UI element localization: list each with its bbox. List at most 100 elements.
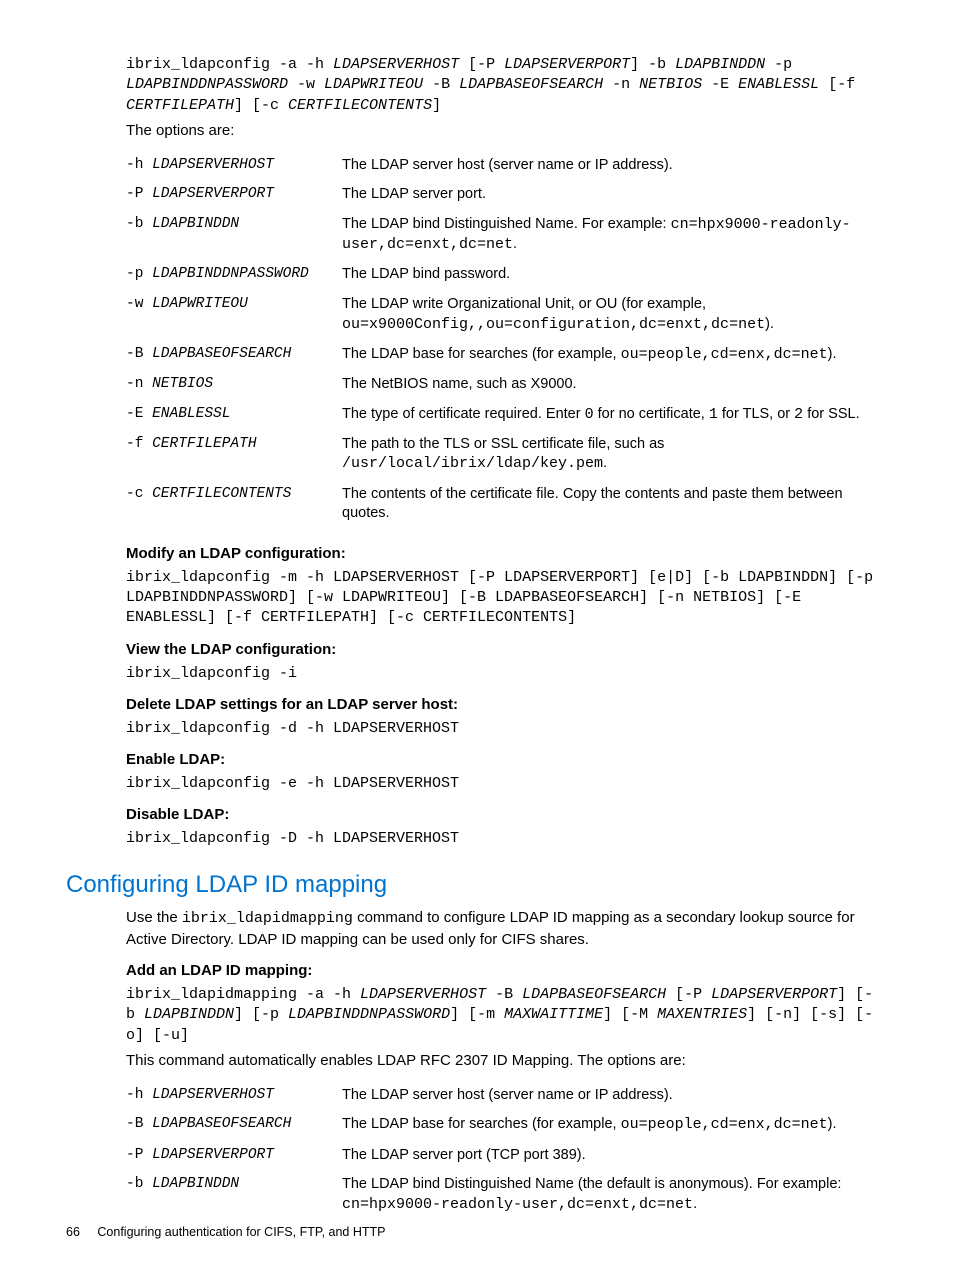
inline-code: ibrix_ldapidmapping bbox=[182, 910, 353, 927]
syntax-add-idmapping: ibrix_ldapidmapping -a -h LDAPSERVERHOST… bbox=[126, 985, 878, 1046]
table-row: -w LDAPWRITEOUThe LDAP write Organizatio… bbox=[126, 290, 878, 340]
code-arg: NETBIOS bbox=[639, 76, 702, 93]
options-table-2: -h LDAPSERVERHOSTThe LDAP server host (s… bbox=[126, 1081, 878, 1220]
option-flag-cell: -h LDAPSERVERHOST bbox=[126, 151, 342, 181]
code-arg: LDAPBINDDNPASSWORD bbox=[288, 1006, 450, 1023]
code-arg: LDAPSERVERPORT bbox=[711, 986, 837, 1003]
option-desc-cell: The LDAP bind password. bbox=[342, 260, 878, 290]
option-desc-cell: The LDAP server host (server name or IP … bbox=[342, 151, 878, 181]
option-desc-cell: The LDAP server port (TCP port 389). bbox=[342, 1141, 878, 1171]
option-desc-cell: The LDAP server host (server name or IP … bbox=[342, 1081, 878, 1111]
table-row: -P LDAPSERVERPORTThe LDAP server port (T… bbox=[126, 1141, 878, 1171]
option-flag-cell: -f CERTFILEPATH bbox=[126, 430, 342, 480]
code-text: [-P bbox=[666, 986, 711, 1003]
table-row: -c CERTFILECONTENTSThe contents of the c… bbox=[126, 480, 878, 529]
code-arg: ENABLESSL bbox=[738, 76, 819, 93]
heading-enable: Enable LDAP: bbox=[126, 749, 878, 770]
option-desc-cell: The LDAP server port. bbox=[342, 180, 878, 210]
option-desc-cell: The contents of the certificate file. Co… bbox=[342, 480, 878, 529]
table-row: -P LDAPSERVERPORTThe LDAP server port. bbox=[126, 180, 878, 210]
page-footer: 66 Configuring authentication for CIFS, … bbox=[66, 1224, 386, 1242]
option-flag-cell: -P LDAPSERVERPORT bbox=[126, 1141, 342, 1171]
code-arg: MAXENTRIES bbox=[657, 1006, 747, 1023]
table-row: -b LDAPBINDDNThe LDAP bind Distinguished… bbox=[126, 210, 878, 261]
table-row: -f CERTFILEPATHThe path to the TLS or SS… bbox=[126, 430, 878, 480]
options-intro: The options are: bbox=[126, 120, 878, 141]
code-text: ] bbox=[432, 97, 441, 114]
option-flag-cell: -b LDAPBINDDN bbox=[126, 1170, 342, 1220]
code-arg: LDAPSERVERHOST bbox=[360, 986, 486, 1003]
table-row: -B LDAPBASEOFSEARCHThe LDAP base for sea… bbox=[126, 1110, 878, 1140]
footer-title: Configuring authentication for CIFS, FTP… bbox=[97, 1225, 385, 1239]
code-text: -B bbox=[423, 76, 459, 93]
option-flag-cell: -b LDAPBINDDN bbox=[126, 210, 342, 261]
code-text: -E bbox=[702, 76, 738, 93]
heading-view: View the LDAP configuration: bbox=[126, 639, 878, 660]
option-desc-cell: The path to the TLS or SSL certificate f… bbox=[342, 430, 878, 480]
code-arg: LDAPBINDDN bbox=[675, 56, 765, 73]
option-desc-cell: The LDAP base for searches (for example,… bbox=[342, 1110, 878, 1140]
code-text: [-f bbox=[819, 76, 855, 93]
code-text: -B bbox=[486, 986, 522, 1003]
code-arg: MAXWAITTIME bbox=[504, 1006, 603, 1023]
syntax-add-ldap: ibrix_ldapconfig -a -h LDAPSERVERHOST [-… bbox=[126, 55, 878, 116]
option-flag-cell: -p LDAPBINDDNPASSWORD bbox=[126, 260, 342, 290]
code-arg: LDAPSERVERHOST bbox=[333, 56, 459, 73]
code-arg: LDAPWRITEOU bbox=[324, 76, 423, 93]
heading-modify: Modify an LDAP configuration: bbox=[126, 543, 878, 564]
code-arg: LDAPSERVERPORT bbox=[504, 56, 630, 73]
section-heading: Configuring LDAP ID mapping bbox=[66, 868, 878, 902]
code-arg: LDAPBASEOFSEARCH bbox=[522, 986, 666, 1003]
code-text: ] [-m bbox=[450, 1006, 504, 1023]
option-flag-cell: -B LDAPBASEOFSEARCH bbox=[126, 340, 342, 370]
code-text: ibrix_ldapidmapping -a -h bbox=[126, 986, 360, 1003]
code-text: -p bbox=[765, 56, 792, 73]
section-intro: Use the ibrix_ldapidmapping command to c… bbox=[126, 907, 878, 950]
option-flag-cell: -P LDAPSERVERPORT bbox=[126, 180, 342, 210]
table-row: -n NETBIOSThe NetBIOS name, such as X900… bbox=[126, 370, 878, 400]
option-flag-cell: -c CERTFILECONTENTS bbox=[126, 480, 342, 529]
option-desc-cell: The LDAP bind Distinguished Name (the de… bbox=[342, 1170, 878, 1220]
option-desc-cell: The NetBIOS name, such as X9000. bbox=[342, 370, 878, 400]
code-arg: LDAPBINDDN bbox=[144, 1006, 234, 1023]
option-flag-cell: -n NETBIOS bbox=[126, 370, 342, 400]
cmd-delete: ibrix_ldapconfig -d -h LDAPSERVERHOST bbox=[126, 719, 878, 739]
code-text: ibrix_ldapconfig -a -h bbox=[126, 56, 333, 73]
table-row: -p LDAPBINDDNPASSWORDThe LDAP bind passw… bbox=[126, 260, 878, 290]
table-row: -b LDAPBINDDNThe LDAP bind Distinguished… bbox=[126, 1170, 878, 1220]
cmd-disable: ibrix_ldapconfig -D -h LDAPSERVERHOST bbox=[126, 829, 878, 849]
table-row: -h LDAPSERVERHOSTThe LDAP server host (s… bbox=[126, 1081, 878, 1111]
option-desc-cell: The LDAP bind Distinguished Name. For ex… bbox=[342, 210, 878, 261]
option-desc-cell: The LDAP write Organizational Unit, or O… bbox=[342, 290, 878, 340]
code-text: -w bbox=[288, 76, 324, 93]
heading-delete: Delete LDAP settings for an LDAP server … bbox=[126, 694, 878, 715]
code-text: ] [-p bbox=[234, 1006, 288, 1023]
code-text: -n bbox=[603, 76, 639, 93]
code-text: ] [-c bbox=[234, 97, 288, 114]
code-arg: CERTFILECONTENTS bbox=[288, 97, 432, 114]
heading-disable: Disable LDAP: bbox=[126, 804, 878, 825]
option-flag-cell: -w LDAPWRITEOU bbox=[126, 290, 342, 340]
page-number: 66 bbox=[66, 1225, 80, 1239]
code-text: ] -b bbox=[630, 56, 675, 73]
code-arg: CERTFILEPATH bbox=[126, 97, 234, 114]
option-flag-cell: -E ENABLESSL bbox=[126, 400, 342, 430]
add-note: This command automatically enables LDAP … bbox=[126, 1050, 878, 1071]
table-row: -E ENABLESSLThe type of certificate requ… bbox=[126, 400, 878, 430]
code-text: [-P bbox=[459, 56, 504, 73]
code-text: ] [-M bbox=[603, 1006, 657, 1023]
option-desc-cell: The type of certificate required. Enter … bbox=[342, 400, 878, 430]
heading-add: Add an LDAP ID mapping: bbox=[126, 960, 878, 981]
option-flag-cell: -B LDAPBASEOFSEARCH bbox=[126, 1110, 342, 1140]
table-row: -B LDAPBASEOFSEARCHThe LDAP base for sea… bbox=[126, 340, 878, 370]
option-desc-cell: The LDAP base for searches (for example,… bbox=[342, 340, 878, 370]
text: Use the bbox=[126, 909, 182, 926]
code-arg: LDAPBASEOFSEARCH bbox=[459, 76, 603, 93]
options-table-1: -h LDAPSERVERHOSTThe LDAP server host (s… bbox=[126, 151, 878, 529]
cmd-view: ibrix_ldapconfig -i bbox=[126, 664, 878, 684]
option-flag-cell: -h LDAPSERVERHOST bbox=[126, 1081, 342, 1111]
cmd-modify: ibrix_ldapconfig -m -h LDAPSERVERHOST [-… bbox=[126, 568, 878, 629]
cmd-enable: ibrix_ldapconfig -e -h LDAPSERVERHOST bbox=[126, 774, 878, 794]
table-row: -h LDAPSERVERHOSTThe LDAP server host (s… bbox=[126, 151, 878, 181]
code-arg: LDAPBINDDNPASSWORD bbox=[126, 76, 288, 93]
